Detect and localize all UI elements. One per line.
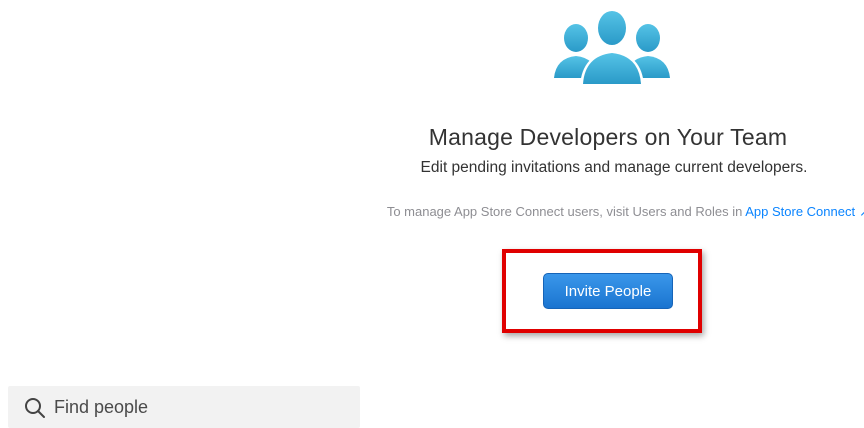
search-icon: [25, 398, 45, 418]
page-subtitle: Edit pending invitations and manage curr…: [420, 159, 808, 176]
page-title: Manage Developers on Your Team: [428, 124, 788, 150]
app-store-connect-link[interactable]: App Store Connect: [745, 204, 855, 219]
invite-people-button[interactable]: Invite People: [543, 273, 673, 309]
team-people-icon: [554, 9, 670, 86]
find-people-search-bar[interactable]: [8, 386, 360, 428]
app-store-connect-note-text: To manage App Store Connect users, visit…: [386, 204, 743, 219]
manage-developers-page: Manage Developers on Your Team Edit pend…: [0, 0, 864, 428]
external-link-arrow-icon[interactable]: ↗: [859, 204, 864, 219]
find-people-input[interactable]: [54, 392, 350, 422]
app-store-connect-note: To manage App Store Connect users, visit…: [330, 204, 864, 220]
